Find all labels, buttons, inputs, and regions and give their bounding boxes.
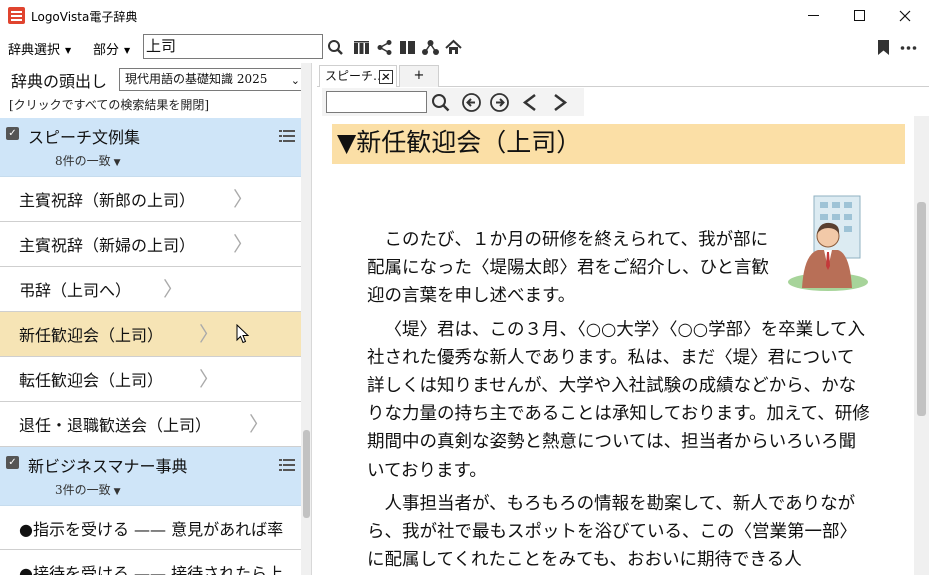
headword-label: 辞典の頭出し <box>11 72 108 91</box>
list-item-selected[interactable]: 新任歓迎会（上司） 〉 <box>0 312 301 357</box>
group-header-business-manners[interactable]: ✓ 新ビジネスマナー事典 3件の一致 ▼ <box>0 447 301 506</box>
tree-icon[interactable] <box>422 39 439 56</box>
group-match-count[interactable]: 8件の一致 ▼ <box>55 152 121 169</box>
back-icon[interactable] <box>521 93 540 112</box>
chevron-right-icon: 〉 <box>233 187 253 211</box>
list-item-label: ●指示を受ける —— 意見があれば率 <box>19 520 284 539</box>
previous-match-icon[interactable] <box>462 93 481 112</box>
chevron-right-icon: 〉 <box>249 412 269 436</box>
app-logo-icon <box>8 7 25 24</box>
chevron-right-icon: 〉 <box>163 277 183 301</box>
close-icon <box>899 10 911 21</box>
chevron-right-icon: 〉 <box>233 232 253 256</box>
next-match-icon[interactable] <box>490 93 509 112</box>
search-icon[interactable] <box>327 39 344 56</box>
in-article-search-input[interactable] <box>326 91 427 113</box>
list-item-label: 主賓祝辞（新婦の上司） <box>19 236 196 255</box>
article-paragraph: 人事担当者が、もろもろの情報を勘案して、新人でありながら、我が社で最もスポットを… <box>367 493 857 571</box>
title-bar: LogoVista電子辞典 <box>0 0 929 31</box>
group-match-count[interactable]: 3件の一致 ▼ <box>55 481 121 498</box>
scrollbar-thumb[interactable] <box>303 430 310 518</box>
dictionary-select-menu[interactable]: 辞典選択 ▼ <box>8 39 71 58</box>
tab-strip: スピーチ… × + <box>317 63 929 87</box>
chevron-right-icon: 〉 <box>199 322 219 346</box>
window-title: LogoVista電子辞典 <box>31 10 138 24</box>
search-mode-label: 部分 <box>93 43 120 58</box>
bookmark-icon[interactable] <box>875 39 892 56</box>
list-item[interactable]: 主賓祝辞（新婦の上司） 〉 <box>0 222 301 267</box>
search-icon[interactable] <box>431 93 450 112</box>
list-item-label: 弔辞（上司へ） <box>19 281 132 300</box>
article-body: このたび、１か月の研修を終えられて、我が部に配属になった〈堤陽太郎〉君をご紹介し… <box>367 226 872 574</box>
list-item[interactable]: 退任・退職歓送会（上司） 〉 <box>0 402 301 447</box>
minimize-icon <box>807 15 819 16</box>
tab-article[interactable]: スピーチ… × <box>319 65 397 87</box>
more-icon[interactable] <box>900 39 917 56</box>
list-item-label: 転任歓迎会（上司） <box>19 371 164 390</box>
article-scrollbar[interactable] <box>914 116 929 575</box>
forward-icon[interactable] <box>550 93 569 112</box>
dictionary-select-label: 辞典選択 <box>8 43 61 58</box>
search-mode-menu[interactable]: 部分 ▼ <box>93 39 130 58</box>
list-item[interactable]: 転任歓迎会（上司） 〉 <box>0 357 301 402</box>
tab-label: スピーチ… <box>325 69 386 83</box>
group-checkbox[interactable]: ✓ <box>6 127 19 140</box>
group-title: 新ビジネスマナー事典 <box>28 457 188 476</box>
columns-icon[interactable] <box>399 39 416 56</box>
group-checkbox[interactable]: ✓ <box>6 456 19 469</box>
article-paragraph: 〈堤〉君は、この３月、〈○○大学〉〈○○学部〉を卒業して入社された優秀な新人であ… <box>367 319 870 481</box>
dropdown-caret-icon: ▼ <box>124 46 131 55</box>
scrollbar-thumb[interactable] <box>917 202 926 416</box>
home-icon[interactable] <box>445 39 462 56</box>
close-button[interactable] <box>882 0 928 31</box>
results-scrollbar[interactable] <box>301 63 311 575</box>
list-item-label: 退任・退職歓送会（上司） <box>19 416 212 435</box>
results-pane: 辞典の頭出し 現代用語の基礎知識 2025 ⌄ [クリックですべての検索結果を開… <box>0 63 312 575</box>
list-item[interactable]: ●接待を受ける —— 接待されたら上 <box>0 550 301 575</box>
list-icon[interactable] <box>279 459 295 471</box>
group-header-speech[interactable]: ✓ スピーチ文例集 8件の一致 ▼ <box>0 118 301 177</box>
list-icon[interactable] <box>279 130 295 142</box>
article-paragraph: このたび、１か月の研修を終えられて、我が部に配属になった〈堤陽太郎〉君をご紹介し… <box>367 230 769 307</box>
list-item-label: 新任歓迎会（上司） <box>19 326 164 345</box>
article-content: ▼新任歓迎会（上司） このたび、１か月の研修を終えられて、我が部に配属になった〈… <box>317 116 914 575</box>
list-item-label: 主賓祝辞（新郎の上司） <box>19 191 196 210</box>
chevron-right-icon: 〉 <box>199 367 219 391</box>
maximize-button[interactable] <box>836 0 882 31</box>
article-pane: スピーチ… × + ▼新任歓迎会（上司） このたび、１か月の研修を終えられて、我… <box>317 63 929 575</box>
dictionary-dropdown-value: 現代用語の基礎知識 2025 <box>125 72 268 86</box>
results-header: 辞典の頭出し 現代用語の基礎知識 2025 ⌄ [クリックですべての検索結果を開… <box>0 63 305 118</box>
mouse-cursor-icon <box>236 324 250 344</box>
new-tab-button[interactable]: + <box>399 65 439 87</box>
group-title: スピーチ文例集 <box>28 128 141 147</box>
library-icon[interactable] <box>353 39 370 56</box>
list-item-label: ●接待を受ける —— 接待されたら上 <box>19 564 284 575</box>
tab-close-button[interactable]: × <box>379 70 393 84</box>
article-toolbar <box>322 88 584 116</box>
list-item[interactable]: ●指示を受ける —— 意見があれば率 <box>0 506 301 550</box>
list-item[interactable]: 弔辞（上司へ） 〉 <box>0 267 301 312</box>
chevron-down-icon: ⌄ <box>290 74 300 87</box>
minimize-button[interactable] <box>790 0 836 31</box>
expand-all-link[interactable]: [クリックですべての検索結果を開閉] <box>9 96 209 113</box>
list-item[interactable]: 主賓祝辞（新郎の上司） 〉 <box>0 177 301 222</box>
toolbar: 辞典選択 ▼ 部分 ▼ 上司 <box>0 31 929 63</box>
share-icon[interactable] <box>376 39 393 56</box>
maximize-icon <box>853 10 865 21</box>
article-title: ▼新任歓迎会（上司） <box>332 124 905 164</box>
dropdown-caret-icon: ▼ <box>65 46 72 55</box>
dictionary-dropdown[interactable]: 現代用語の基礎知識 2025 ⌄ <box>119 68 305 91</box>
search-input[interactable]: 上司 <box>143 34 323 59</box>
